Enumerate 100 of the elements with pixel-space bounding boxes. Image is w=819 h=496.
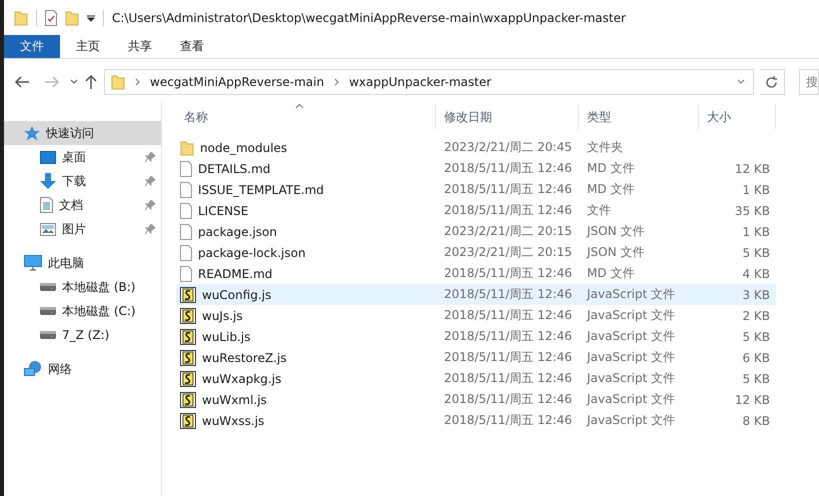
script-file-icon [180, 286, 196, 302]
file-size: 12 KB [734, 162, 771, 176]
sort-caret-icon [295, 103, 304, 109]
file-size: 5 KB [741, 246, 771, 260]
column-header[interactable]: 名称 [176, 105, 436, 129]
file-row[interactable]: LICENSE 2018/5/11/周五 12:46 文件 35 KB [176, 200, 776, 221]
breadcrumb[interactable]: wxappUnpacker-master [349, 75, 492, 89]
drive-icon [40, 283, 56, 291]
sidebar-item[interactable]: 此电脑 [4, 251, 161, 275]
pin-icon[interactable] [145, 176, 155, 186]
file-type: JavaScript 文件 [585, 370, 676, 387]
file-type: MD 文件 [586, 265, 636, 282]
address-bar[interactable]: wecgatMiniAppReverse-main wxappUnpacker-master [104, 69, 754, 95]
file-size: 12 KB [734, 392, 771, 406]
network-globe-icon [24, 361, 42, 377]
file-type: MD 文件 [586, 160, 636, 177]
window-title: C:\Users\Administrator\Desktop\wecgatMiniAppReverse-main\wxappUnpacker-master [112, 10, 626, 24]
column-header[interactable]: 修改日期 [436, 105, 579, 129]
sidebar-item[interactable]: 下载 [4, 169, 161, 193]
refresh-icon[interactable] [765, 76, 778, 88]
file-name: package.json [198, 224, 278, 238]
modified-date: 2018/5/11/周五 12:46 [443, 160, 573, 177]
picture-icon [40, 222, 56, 236]
document-icon [40, 197, 53, 213]
sidebar-item[interactable]: 快速访问 [4, 121, 161, 145]
modified-date: 2018/5/11/周五 12:46 [443, 391, 573, 408]
file-type: JavaScript 文件 [585, 349, 676, 366]
modified-date: 2018/5/11/周五 12:46 [443, 370, 573, 387]
modified-date: 2018/5/11/周五 12:46 [443, 328, 573, 345]
file-name: ISSUE_TEMPLATE.md [198, 182, 324, 196]
file-row[interactable]: wuConfig.js 2018/5/11/周五 12:46 JavaScript 文件 3 KB [176, 284, 776, 305]
file-size: 8 KB [741, 414, 771, 428]
refresh-button[interactable] [760, 69, 785, 95]
file-row[interactable]: DETAILS.md 2018/5/11/周五 12:46 MD 文件 12 KB [176, 158, 776, 179]
file-type: JavaScript 文件 [585, 307, 676, 324]
folder-icon [14, 10, 28, 26]
file-row[interactable]: wuRestoreZ.js 2018/5/11/周五 12:46 JavaScript 文件 6 KB [176, 347, 776, 368]
file-row[interactable]: ISSUE_TEMPLATE.md 2018/5/11/周五 12:46 MD 文件 1 KB [176, 179, 776, 200]
sidebar-item[interactable]: 网络 [4, 357, 161, 381]
sidebar-item[interactable]: 图片 [4, 217, 161, 241]
file-name: DETAILS.md [198, 162, 270, 176]
up-arrow-icon[interactable] [84, 74, 98, 90]
script-file-icon [180, 412, 196, 428]
file-name: node_modules [200, 140, 288, 154]
file-size: 1 KB [741, 224, 771, 238]
modified-date: 2023/2/21/周二 20:15 [443, 223, 573, 240]
script-file-icon [180, 392, 196, 408]
back-arrow-icon[interactable] [14, 75, 30, 89]
file-row[interactable]: README.md 2018/5/11/周五 12:46 MD 文件 4 KB [176, 263, 776, 284]
file-row[interactable]: wuWxss.js 2018/5/11/周五 12:46 JavaScript 文件 8 KB [176, 410, 776, 431]
breadcrumb[interactable]: wecgatMiniAppReverse-main [150, 75, 324, 89]
star-icon [24, 126, 40, 140]
pin-icon[interactable] [145, 152, 155, 162]
file-name: wuJs.js [202, 308, 243, 322]
script-file-icon [180, 370, 196, 386]
down-arrow-icon [40, 173, 56, 189]
modified-date: 2018/5/11/周五 12:46 [443, 307, 573, 324]
file-row[interactable]: wuJs.js 2018/5/11/周五 12:46 JavaScript 文件 2 KB [176, 305, 776, 326]
dropdown-caret-icon[interactable] [87, 14, 95, 22]
file-row[interactable]: wuLib.js 2018/5/11/周五 12:46 JavaScript 文件 5 KB [176, 326, 776, 347]
file-name: wuWxss.js [202, 414, 264, 428]
sidebar-item[interactable]: 7_Z (Z:) [4, 323, 161, 347]
sidebar-item[interactable]: 桌面 [4, 145, 161, 169]
file-size: 1 KB [741, 182, 771, 196]
monitor-icon [24, 255, 42, 271]
sidebar-item[interactable]: 本地磁盘 (B:) [4, 275, 161, 299]
file-type: JSON 文件 [585, 244, 646, 261]
folder-icon [180, 140, 194, 156]
file-icon [180, 182, 192, 198]
file-size: 35 KB [734, 204, 771, 218]
sidebar-item[interactable]: 文档 [4, 193, 161, 217]
chevron-right-icon[interactable] [334, 78, 340, 86]
chevron-down-icon[interactable] [70, 79, 78, 85]
search-field[interactable]: 搜 [799, 69, 819, 95]
file-size: 2 KB [741, 308, 771, 322]
column-header[interactable]: 类型 [579, 105, 699, 129]
file-icon [180, 244, 192, 260]
modified-date: 2018/5/11/周五 12:46 [443, 202, 573, 219]
modified-date: 2023/2/21/周二 20:15 [443, 244, 573, 261]
file-row[interactable]: wuWxml.js 2018/5/11/周五 12:46 JavaScript 文件 12 KB [176, 389, 776, 410]
pin-icon[interactable] [145, 200, 155, 210]
column-header[interactable]: 大小 [699, 105, 776, 129]
file-row[interactable]: wuWxapkg.js 2018/5/11/周五 12:46 JavaScript 文件 5 KB [176, 368, 776, 389]
script-file-icon [180, 350, 196, 366]
chevron-right-icon[interactable] [135, 78, 140, 86]
file-row[interactable]: package.json 2023/2/21/周二 20:15 JSON 文件 1 KB [176, 221, 776, 242]
ribbon-tab[interactable]: 文件 [4, 35, 60, 58]
file-icon [180, 224, 192, 240]
pin-icon[interactable] [145, 224, 155, 234]
modified-date: 2018/5/11/周五 12:46 [443, 349, 573, 366]
file-type: JSON 文件 [585, 223, 646, 240]
file-name: LICENSE [198, 204, 248, 218]
chevron-down-icon[interactable] [736, 79, 745, 85]
file-size: 5 KB [741, 330, 771, 344]
file-row[interactable]: node_modules 2023/2/21/周二 20:45 文件夹 [176, 137, 776, 158]
file-type: 文件夹 [586, 139, 624, 156]
file-row[interactable]: package-lock.json 2023/2/21/周二 20:15 JSON 文件 5 KB [176, 242, 776, 263]
sidebar-item[interactable]: 本地磁盘 (C:) [4, 299, 161, 323]
properties-checkmark-icon[interactable] [45, 10, 57, 26]
file-size: 4 KB [741, 266, 771, 280]
